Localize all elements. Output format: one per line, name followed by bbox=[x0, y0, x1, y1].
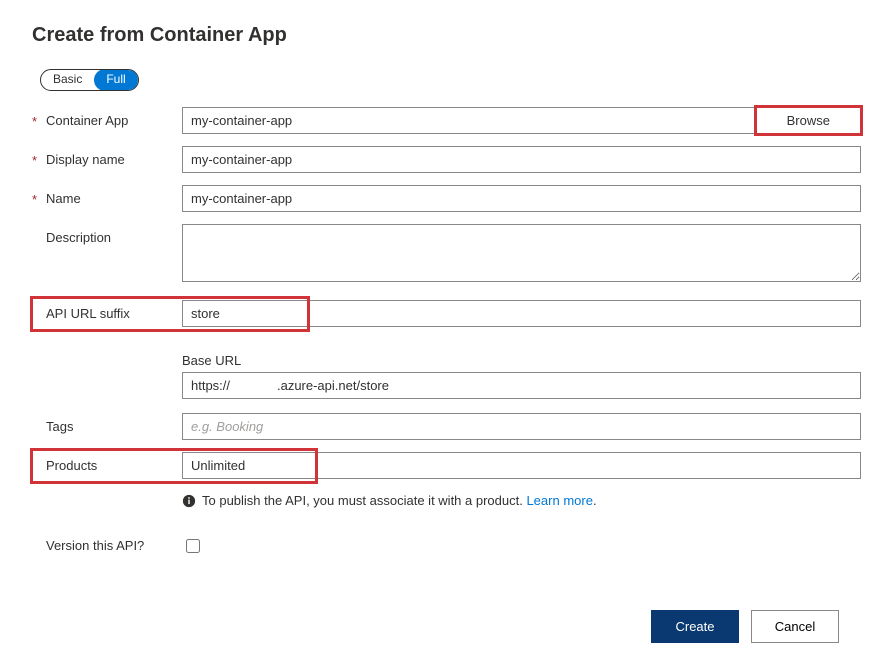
tags-label: Tags bbox=[46, 419, 73, 434]
cancel-button[interactable]: Cancel bbox=[751, 610, 839, 643]
browse-button[interactable]: Browse bbox=[756, 107, 861, 134]
base-url-input bbox=[182, 372, 861, 399]
tags-input[interactable] bbox=[182, 413, 861, 440]
display-name-label: Display name bbox=[46, 152, 125, 167]
api-url-suffix-input[interactable] bbox=[182, 300, 861, 327]
toggle-full[interactable]: Full bbox=[94, 69, 137, 91]
version-this-api-label: Version this API? bbox=[46, 538, 144, 553]
display-name-input[interactable] bbox=[182, 146, 861, 173]
page-title: Create from Container App bbox=[32, 24, 861, 47]
required-indicator: * bbox=[32, 114, 37, 129]
name-input[interactable] bbox=[182, 185, 861, 212]
products-info-text: To publish the API, you must associate i… bbox=[202, 493, 526, 508]
products-label: Products bbox=[46, 458, 97, 473]
container-app-input[interactable] bbox=[182, 107, 756, 134]
version-this-api-checkbox[interactable] bbox=[186, 539, 200, 553]
api-url-suffix-label: API URL suffix bbox=[46, 306, 130, 321]
create-button[interactable]: Create bbox=[651, 610, 739, 643]
container-app-label: Container App bbox=[46, 113, 128, 128]
required-indicator: * bbox=[32, 153, 37, 168]
info-icon bbox=[182, 494, 196, 508]
base-url-label: Base URL bbox=[182, 353, 861, 368]
products-input[interactable] bbox=[182, 452, 861, 479]
required-indicator: * bbox=[32, 192, 37, 207]
description-input[interactable] bbox=[182, 224, 861, 282]
toggle-basic[interactable]: Basic bbox=[41, 69, 94, 91]
learn-more-link[interactable]: Learn more bbox=[526, 493, 592, 508]
name-label: Name bbox=[46, 191, 81, 206]
description-label: Description bbox=[46, 230, 111, 245]
basic-full-toggle[interactable]: Basic Full bbox=[40, 69, 139, 91]
